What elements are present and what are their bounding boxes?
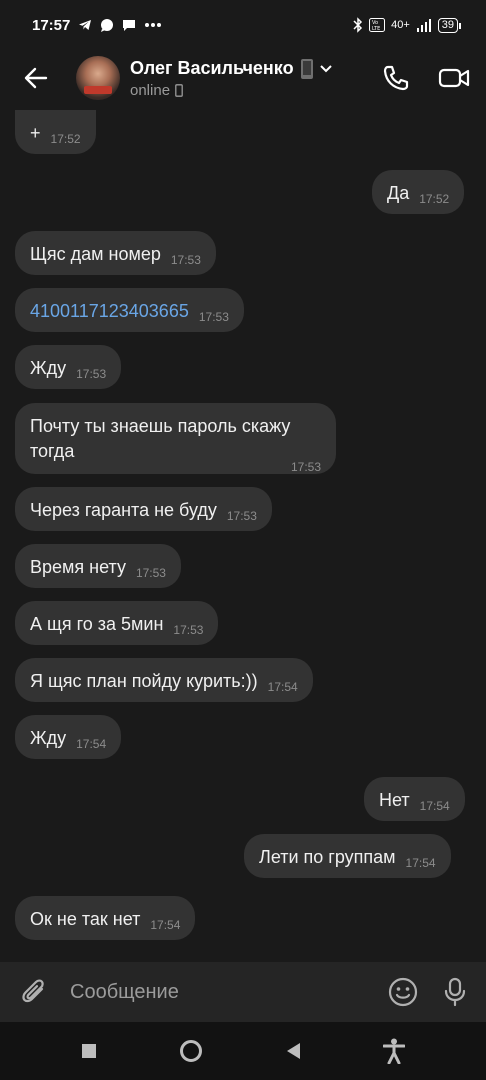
microphone-icon[interactable] xyxy=(444,977,466,1007)
smiley-icon[interactable] xyxy=(388,977,418,1007)
message-time: 17:54 xyxy=(267,680,298,694)
message-bubble-incoming[interactable]: Жду 17:54 xyxy=(15,715,122,759)
message-text: Жду xyxy=(30,728,67,748)
message-text: Лети по группам xyxy=(259,847,396,867)
accessibility-icon[interactable] xyxy=(383,1038,405,1064)
message-bubble-outgoing[interactable]: Нет 17:54 xyxy=(364,777,465,821)
phone-icon[interactable] xyxy=(382,64,410,92)
message-bubble-incoming[interactable]: Жду 17:53 xyxy=(15,345,122,389)
message-text: Время нету xyxy=(30,557,126,577)
message-bubble-incoming[interactable]: 4100117123403665 17:53 xyxy=(15,288,244,332)
phone-emoji-icon xyxy=(300,58,314,80)
bluetooth-icon xyxy=(353,17,363,33)
message-link[interactable]: 4100117123403665 xyxy=(30,301,189,321)
message-text: Жду xyxy=(30,358,67,378)
message-list[interactable]: +17:52 Да 17:52 Щяс дам номер 17:53 410011… xyxy=(0,106,486,962)
more-dots-icon xyxy=(144,22,162,28)
message-time: 17:54 xyxy=(150,918,181,932)
system-nav-bar xyxy=(0,1022,486,1080)
message-text: А щя го за 5мин xyxy=(30,614,164,634)
video-camera-icon[interactable] xyxy=(438,66,470,90)
contact-name: Олег Васильченко xyxy=(130,58,294,78)
message-text: Почту ты знаешь пароль скажу тогда xyxy=(30,416,291,461)
message-time: 17:53 xyxy=(198,310,229,324)
paperclip-icon[interactable] xyxy=(20,977,50,1007)
message-time: 17:53 xyxy=(135,566,166,580)
svg-text:LTE: LTE xyxy=(372,26,380,32)
recents-square-icon[interactable] xyxy=(81,1043,97,1059)
volte-icon: Vo LTE xyxy=(369,18,386,32)
chevron-down-icon[interactable] xyxy=(319,64,332,73)
message-text: Ок не так нет xyxy=(30,909,141,929)
arrow-left-icon[interactable] xyxy=(16,58,56,98)
chat-bubble-icon xyxy=(100,18,114,32)
message-time: 17:53 xyxy=(226,509,257,523)
status-bar: 17:57 Vo LTE 40+ 39 xyxy=(0,0,486,50)
message-bubble-incoming[interactable]: Я щяс план пойду курить:)) 17:54 xyxy=(15,658,313,702)
message-text: Через гаранта не буду xyxy=(30,500,217,520)
message-time: 17:54 xyxy=(419,799,450,813)
message-bubble-incoming[interactable]: Через гаранта не буду 17:53 xyxy=(15,487,272,531)
message-time: 17:52 xyxy=(419,192,450,206)
message-text: Да xyxy=(387,183,410,203)
message-bubble-incoming[interactable]: А щя го за 5мин 17:53 xyxy=(15,601,219,645)
network-label: 40+ xyxy=(391,19,410,31)
message-text: Щяс дам номер xyxy=(30,244,161,264)
message-time: 17:53 xyxy=(173,623,204,637)
status-time: 17:57 xyxy=(32,16,71,34)
signal-icon xyxy=(416,18,432,32)
message-time: 17:53 xyxy=(290,460,321,474)
message-time: 17:52 xyxy=(50,132,81,146)
message-time: 17:53 xyxy=(170,253,201,267)
chat-header: Олег Васильченко online xyxy=(0,50,486,106)
message-bubble-incoming[interactable]: +17:52 xyxy=(15,110,96,154)
message-text: Я щяс план пойду курить:)) xyxy=(30,671,258,691)
contact-info[interactable]: Олег Васильченко online xyxy=(130,58,332,99)
message-text: Нет xyxy=(379,790,410,810)
home-circle-icon[interactable] xyxy=(179,1039,203,1063)
battery-icon: 39 xyxy=(437,17,462,33)
message-bubble-outgoing[interactable]: Лети по группам 17:54 xyxy=(244,834,451,878)
message-icon xyxy=(122,19,136,32)
message-time: 17:54 xyxy=(405,856,436,870)
message-composer: Сообщение xyxy=(0,962,486,1022)
avatar[interactable] xyxy=(76,56,120,100)
contact-status: online xyxy=(130,81,171,99)
message-bubble-incoming[interactable]: Почту ты знаешь пароль скажу тогда 17:53 xyxy=(15,403,336,474)
message-bubble-incoming[interactable]: Щяс дам номер 17:53 xyxy=(15,231,216,275)
message-input[interactable]: Сообщение xyxy=(70,981,374,1004)
message-bubble-incoming[interactable]: Время нету 17:53 xyxy=(15,544,181,588)
telegram-icon xyxy=(78,19,92,31)
mobile-status-icon xyxy=(175,83,183,97)
message-time: 17:53 xyxy=(76,367,107,381)
message-bubble-outgoing[interactable]: Да 17:52 xyxy=(372,170,465,214)
message-text: + xyxy=(30,123,41,143)
message-time: 17:54 xyxy=(76,737,107,751)
message-bubble-incoming[interactable]: Ок не так нет 17:54 xyxy=(15,896,196,940)
back-triangle-icon[interactable] xyxy=(285,1042,301,1060)
